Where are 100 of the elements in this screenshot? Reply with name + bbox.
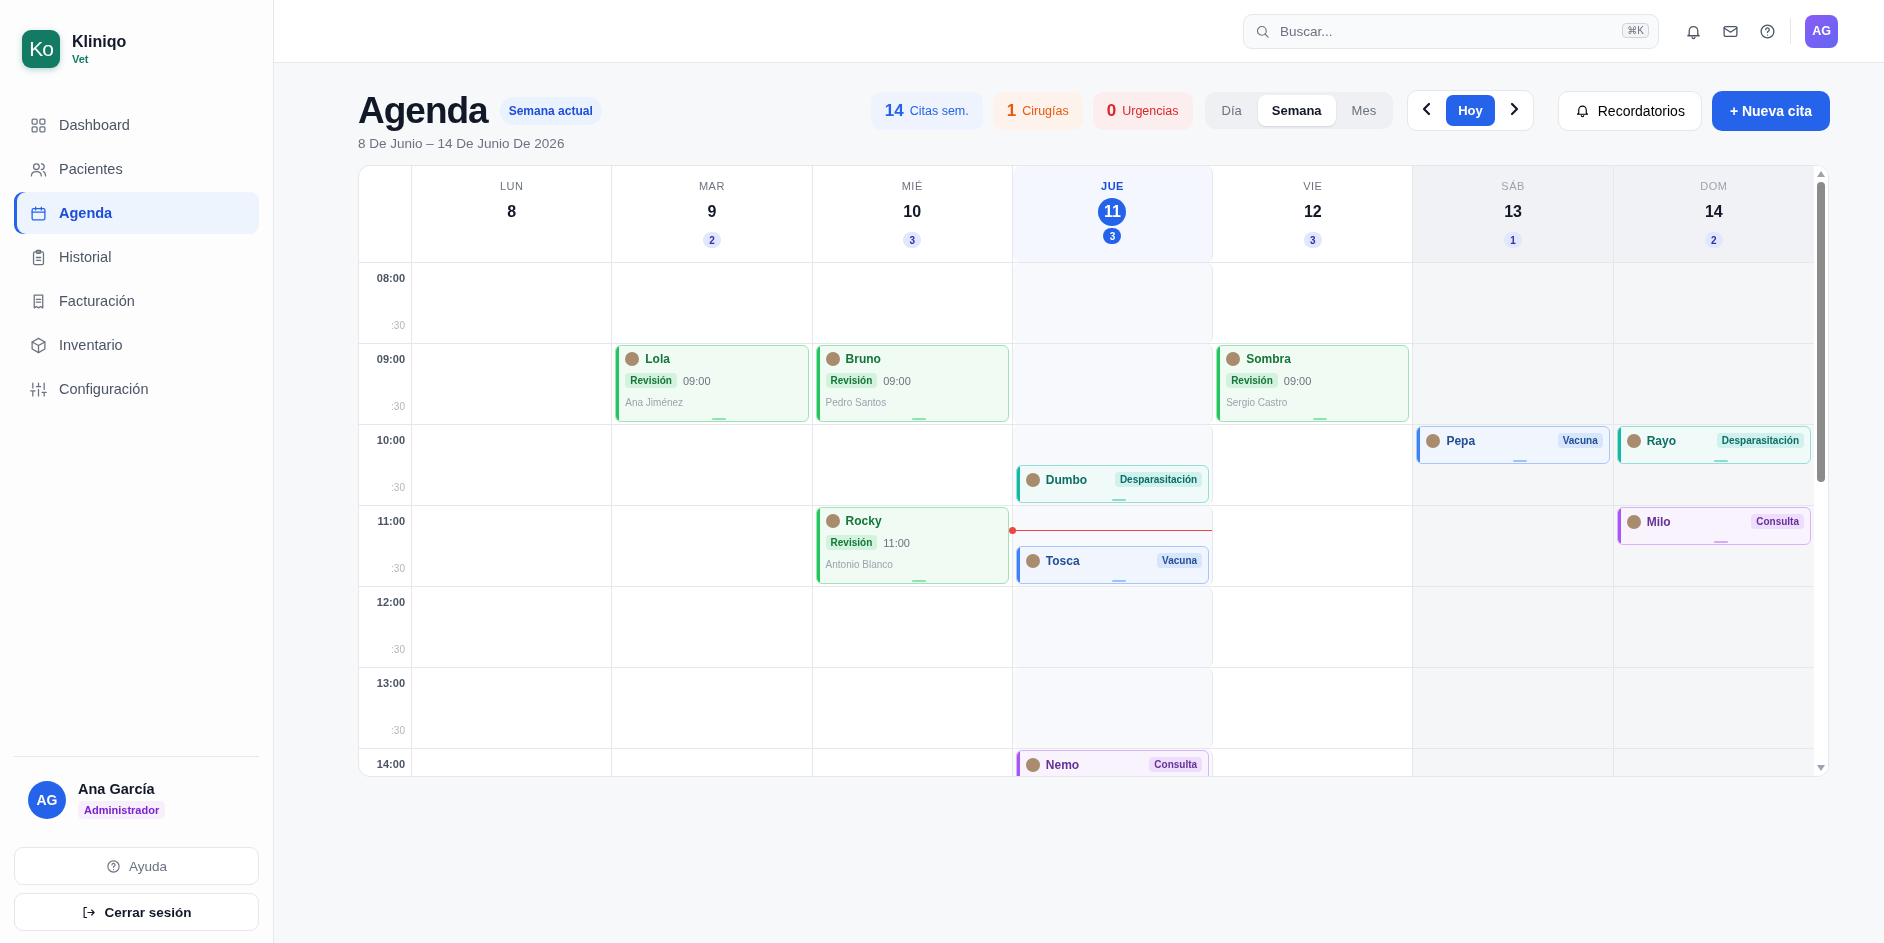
resize-handle[interactable] — [1713, 541, 1728, 543]
scrollbar[interactable] — [1814, 166, 1828, 776]
appointment-card[interactable]: Rayo Desparasitación — [1616, 426, 1811, 464]
time-slot[interactable]: Rayo Desparasitación — [1613, 425, 1814, 505]
chevron-left-icon — [1422, 103, 1430, 115]
appointment-time: 09:00 — [883, 374, 911, 387]
vet-name: Ana Jiménez — [625, 397, 685, 408]
sidebar-item[interactable]: Historial — [14, 236, 259, 278]
appointment-card[interactable]: Tosca Vacuna — [1015, 546, 1210, 584]
hour-label: 12:00 — [376, 596, 405, 608]
reminders-button[interactable]: Recordatorios — [1557, 90, 1702, 131]
resize-handle[interactable] — [912, 418, 927, 420]
vet-name: Pedro Santos — [825, 397, 888, 408]
view-tab[interactable]: Mes — [1337, 95, 1391, 126]
appointment-type: Consulta — [1149, 757, 1203, 772]
appointment-card[interactable]: Dumbo Desparasitación — [1015, 465, 1210, 503]
time-slot[interactable] — [1413, 506, 1614, 586]
clipboard-icon — [30, 248, 47, 266]
stat-chip: 1 Cirugías — [992, 91, 1083, 130]
day-header[interactable]: DOM 14 2 — [1613, 166, 1814, 262]
appointment-type: Revisión — [825, 373, 878, 388]
hour-label: 08:00 — [376, 272, 405, 284]
day-header[interactable]: LUN 8 — [412, 166, 613, 262]
appointment-time: 11:00 — [883, 536, 910, 549]
page-title: Agenda — [358, 90, 488, 132]
resize-handle[interactable] — [1312, 418, 1327, 420]
half-hour-label: :30 — [391, 563, 405, 574]
logout-button[interactable]: Cerrar sesión — [14, 893, 259, 931]
pet-photo-placeholder — [1626, 514, 1641, 529]
sidebar-item[interactable]: Agenda — [14, 192, 259, 234]
appointment-type: Revisión — [625, 373, 677, 388]
time-slot[interactable]: Dumbo Desparasitación — [1012, 425, 1214, 505]
pet-photo-placeholder — [625, 352, 640, 366]
time-slot[interactable] — [1613, 263, 1814, 343]
appointment-type: Vacuna — [1557, 433, 1603, 448]
appointment-type: Consulta — [1751, 514, 1804, 529]
pet-name: Tosca — [1045, 553, 1081, 568]
pet-photo-placeholder — [825, 514, 840, 528]
time-slot[interactable] — [1012, 587, 1214, 667]
user-avatar[interactable]: AG — [1805, 14, 1838, 48]
appointment-card[interactable]: Milo Consulta — [1616, 507, 1811, 545]
chevron-right-icon — [1511, 103, 1519, 115]
pet-name: Rocky — [845, 514, 883, 528]
half-hour-label: :30 — [391, 725, 405, 736]
pet-photo-placeholder — [1025, 757, 1040, 772]
time-slot[interactable]: Tosca Vacuna — [1012, 506, 1214, 586]
time-slot[interactable]: Pepa Vacuna — [1413, 425, 1614, 505]
resize-handle[interactable] — [912, 580, 927, 582]
sidebar-item[interactable]: Dashboard — [14, 104, 259, 146]
time-slot[interactable]: Milo Consulta — [1613, 506, 1814, 586]
sidebar-item[interactable]: Pacientes — [14, 148, 259, 190]
sidebar-item[interactable]: Configuración — [14, 368, 259, 410]
bell-icon — [1574, 103, 1590, 118]
week-badge: Semana actual — [499, 97, 602, 125]
time-slot[interactable] — [1613, 587, 1814, 667]
help-icon[interactable] — [1759, 22, 1776, 40]
resize-handle[interactable] — [1513, 460, 1528, 462]
user-avatar: AG — [28, 781, 66, 819]
resize-handle[interactable] — [1713, 460, 1728, 462]
help-icon — [105, 858, 121, 874]
pet-photo-placeholder — [1426, 433, 1441, 448]
time-slot[interactable] — [1012, 263, 1214, 343]
appointment-type: Desparasitación — [1114, 472, 1203, 487]
search-icon — [1255, 23, 1270, 39]
pet-photo-placeholder — [1626, 433, 1641, 448]
help-button[interactable]: Ayuda — [14, 847, 259, 885]
logo: Ko — [22, 30, 60, 68]
vet-name: Sergio Castro — [1226, 397, 1289, 408]
time-slot[interactable] — [1012, 344, 1214, 424]
sliders-icon — [30, 380, 47, 398]
new-appointment-button[interactable]: + Nueva cita — [1711, 90, 1830, 131]
time-slot[interactable] — [1012, 668, 1214, 748]
time-slot[interactable] — [1413, 344, 1614, 424]
today-button[interactable]: Hoy — [1446, 95, 1495, 126]
hour-label: 13:00 — [376, 677, 405, 689]
resize-handle[interactable] — [711, 418, 726, 420]
hour-label: 14:00 — [376, 758, 405, 770]
appointment-type: Desparasitación — [1716, 433, 1804, 448]
appointment-card[interactable]: Pepa Vacuna — [1416, 426, 1610, 464]
appointment-time: 09:00 — [682, 374, 711, 387]
time-slot[interactable] — [1413, 263, 1614, 343]
time-slot[interactable] — [1613, 344, 1814, 424]
time-slot[interactable] — [1413, 668, 1614, 748]
day-header[interactable]: SÁB 13 1 — [1413, 166, 1614, 262]
pet-photo-placeholder — [825, 352, 840, 366]
view-tab[interactable]: Semana — [1257, 95, 1336, 126]
resize-handle[interactable] — [1112, 580, 1127, 582]
pet-name: Nemo — [1045, 757, 1081, 772]
time-slot[interactable] — [1413, 587, 1614, 667]
half-hour-label: :30 — [391, 320, 405, 331]
day-header[interactable]: JUE 11 3 — [1012, 166, 1214, 262]
pet-name: Milo — [1646, 514, 1672, 529]
view-tab[interactable]: Día — [1207, 95, 1256, 126]
time-slot[interactable] — [1613, 668, 1814, 748]
sidebar-item[interactable]: Facturación — [14, 280, 259, 322]
day-header[interactable]: MIÉ 10 3 — [812, 166, 1013, 262]
hour-label: 10:00 — [376, 434, 405, 446]
sidebar-item[interactable]: Inventario — [14, 324, 259, 366]
resize-handle[interactable] — [1112, 499, 1127, 501]
day-header[interactable]: MAR 9 2 — [612, 166, 813, 262]
